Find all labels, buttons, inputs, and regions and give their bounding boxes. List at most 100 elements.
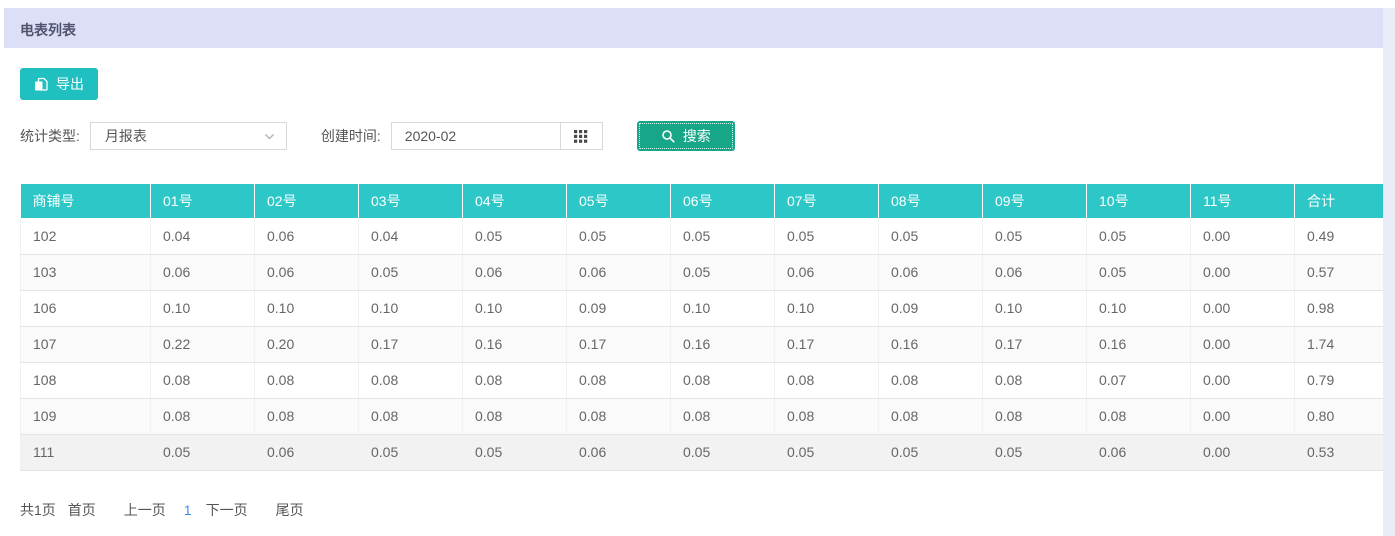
table-header-row: 商铺号01号02号03号04号05号06号07号08号09号10号11号合计 bbox=[21, 184, 1384, 218]
table-row: 1110.050.060.050.050.060.050.050.050.050… bbox=[21, 434, 1384, 470]
column-header: 10号 bbox=[1087, 184, 1191, 218]
value-cell: 0.98 bbox=[1295, 290, 1384, 326]
value-cell: 0.05 bbox=[1087, 218, 1191, 254]
value-cell: 0.08 bbox=[463, 362, 567, 398]
column-header: 商铺号 bbox=[21, 184, 151, 218]
column-header: 04号 bbox=[463, 184, 567, 218]
value-cell: 0.08 bbox=[463, 398, 567, 434]
value-cell: 0.00 bbox=[1191, 290, 1295, 326]
value-cell: 0.10 bbox=[1087, 290, 1191, 326]
stat-type-label: 统计类型: bbox=[20, 126, 80, 146]
page-first-link[interactable]: 首页 bbox=[68, 500, 96, 520]
page-prev-link[interactable]: 上一页 bbox=[124, 500, 166, 520]
right-gutter bbox=[1383, 8, 1395, 536]
value-cell: 0.05 bbox=[671, 254, 775, 290]
page-next-link[interactable]: 下一页 bbox=[206, 500, 248, 520]
value-cell: 0.06 bbox=[1087, 434, 1191, 470]
value-cell: 0.00 bbox=[1191, 362, 1295, 398]
column-header: 09号 bbox=[983, 184, 1087, 218]
value-cell: 0.05 bbox=[671, 218, 775, 254]
search-icon bbox=[661, 129, 676, 144]
stat-type-value: 月报表 bbox=[105, 126, 147, 146]
value-cell: 0.16 bbox=[879, 326, 983, 362]
pagination: 共1页 首页 上一页 1 下一页 尾页 bbox=[20, 500, 1383, 520]
value-cell: 0.05 bbox=[775, 434, 879, 470]
value-cell: 0.16 bbox=[463, 326, 567, 362]
value-cell: 0.04 bbox=[151, 218, 255, 254]
search-button[interactable]: 搜索 bbox=[637, 121, 735, 151]
value-cell: 0.08 bbox=[775, 362, 879, 398]
value-cell: 0.57 bbox=[1295, 254, 1384, 290]
table-row: 1060.100.100.100.100.090.100.100.090.100… bbox=[21, 290, 1384, 326]
value-cell: 0.06 bbox=[255, 218, 359, 254]
value-cell: 0.08 bbox=[359, 362, 463, 398]
column-header: 05号 bbox=[567, 184, 671, 218]
column-header: 07号 bbox=[775, 184, 879, 218]
value-cell: 0.49 bbox=[1295, 218, 1384, 254]
value-cell: 0.08 bbox=[983, 398, 1087, 434]
value-cell: 0.17 bbox=[567, 326, 671, 362]
column-header: 08号 bbox=[879, 184, 983, 218]
calendar-grid-icon[interactable] bbox=[560, 123, 602, 149]
value-cell: 0.05 bbox=[463, 218, 567, 254]
value-cell: 0.00 bbox=[1191, 218, 1295, 254]
table-body: 1020.040.060.040.050.050.050.050.050.050… bbox=[21, 218, 1384, 470]
value-cell: 0.05 bbox=[775, 218, 879, 254]
table-row: 1020.040.060.040.050.050.050.050.050.050… bbox=[21, 218, 1384, 254]
meter-list-panel: 电表列表 导出 统计类型: 月报表 创建时间: bbox=[4, 8, 1383, 520]
meter-table: 商铺号01号02号03号04号05号06号07号08号09号10号11号合计 1… bbox=[20, 184, 1383, 471]
value-cell: 1.74 bbox=[1295, 326, 1384, 362]
value-cell: 0.10 bbox=[463, 290, 567, 326]
value-cell: 0.06 bbox=[463, 254, 567, 290]
value-cell: 0.17 bbox=[775, 326, 879, 362]
value-cell: 0.08 bbox=[879, 398, 983, 434]
value-cell: 0.06 bbox=[151, 254, 255, 290]
value-cell: 0.08 bbox=[775, 398, 879, 434]
value-cell: 0.20 bbox=[255, 326, 359, 362]
column-header: 合计 bbox=[1295, 184, 1384, 218]
value-cell: 0.04 bbox=[359, 218, 463, 254]
value-cell: 0.06 bbox=[255, 434, 359, 470]
shop-number-cell: 103 bbox=[21, 254, 151, 290]
page-total: 共1页 bbox=[20, 500, 56, 520]
value-cell: 0.08 bbox=[151, 362, 255, 398]
table-row: 1080.080.080.080.080.080.080.080.080.080… bbox=[21, 362, 1384, 398]
value-cell: 0.08 bbox=[151, 398, 255, 434]
shop-number-cell: 108 bbox=[21, 362, 151, 398]
value-cell: 0.07 bbox=[1087, 362, 1191, 398]
value-cell: 0.10 bbox=[255, 290, 359, 326]
value-cell: 0.06 bbox=[255, 254, 359, 290]
value-cell: 0.08 bbox=[671, 362, 775, 398]
value-cell: 0.05 bbox=[1087, 254, 1191, 290]
column-header: 03号 bbox=[359, 184, 463, 218]
value-cell: 0.10 bbox=[775, 290, 879, 326]
stat-type-select[interactable]: 月报表 bbox=[90, 122, 287, 150]
table-row: 1030.060.060.050.060.060.050.060.060.060… bbox=[21, 254, 1384, 290]
page-last-link[interactable]: 尾页 bbox=[276, 500, 304, 520]
value-cell: 0.08 bbox=[879, 362, 983, 398]
value-cell: 0.80 bbox=[1295, 398, 1384, 434]
value-cell: 0.05 bbox=[151, 434, 255, 470]
panel-body: 导出 统计类型: 月报表 创建时间: 2020-02 bbox=[4, 48, 1383, 520]
value-cell: 0.08 bbox=[255, 362, 359, 398]
value-cell: 0.00 bbox=[1191, 434, 1295, 470]
value-cell: 0.08 bbox=[983, 362, 1087, 398]
value-cell: 0.00 bbox=[1191, 254, 1295, 290]
page-current[interactable]: 1 bbox=[184, 502, 192, 518]
table-row: 1090.080.080.080.080.080.080.080.080.080… bbox=[21, 398, 1384, 434]
created-time-input[interactable]: 2020-02 bbox=[391, 122, 603, 150]
copy-icon bbox=[34, 77, 49, 92]
value-cell: 0.08 bbox=[567, 398, 671, 434]
export-button[interactable]: 导出 bbox=[20, 68, 98, 100]
value-cell: 0.05 bbox=[359, 434, 463, 470]
chevron-down-icon bbox=[263, 130, 276, 143]
filter-row: 统计类型: 月报表 创建时间: 2020-02 bbox=[20, 121, 1383, 151]
value-cell: 0.06 bbox=[567, 254, 671, 290]
value-cell: 0.06 bbox=[879, 254, 983, 290]
created-time-label: 创建时间: bbox=[321, 126, 381, 146]
value-cell: 0.16 bbox=[1087, 326, 1191, 362]
value-cell: 0.09 bbox=[879, 290, 983, 326]
value-cell: 0.00 bbox=[1191, 398, 1295, 434]
value-cell: 0.08 bbox=[1087, 398, 1191, 434]
panel-header: 电表列表 bbox=[4, 8, 1383, 48]
